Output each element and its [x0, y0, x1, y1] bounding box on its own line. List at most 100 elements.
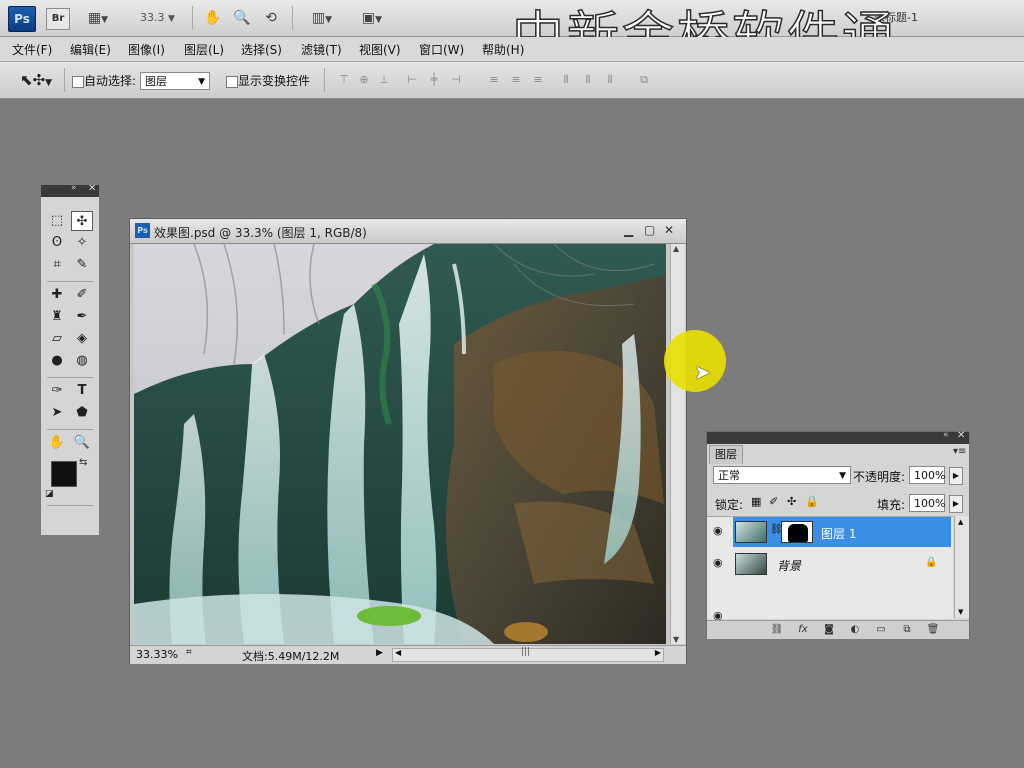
- panel-menu-icon[interactable]: ▾≡: [953, 446, 966, 457]
- menu-filter[interactable]: 滤镜(T): [301, 41, 342, 58]
- fill-slider-button[interactable]: ▶: [949, 495, 963, 513]
- adjustment-layer-icon[interactable]: ◐: [847, 623, 863, 637]
- menu-file[interactable]: 文件(F): [12, 41, 52, 58]
- swap-colors-icon[interactable]: ⇆: [79, 457, 87, 468]
- visibility-eye-icon-background[interactable]: ◉: [713, 556, 727, 570]
- hand-tool-icon[interactable]: ✋: [202, 8, 224, 28]
- horizontal-scrollbar[interactable]: ◀ ||| ▶: [392, 647, 664, 662]
- auto-select-dropdown[interactable]: 图层 ▼: [140, 72, 210, 90]
- menu-layer[interactable]: 图层(L): [184, 41, 224, 58]
- visibility-eye-icon-layer-1[interactable]: ◉: [713, 524, 727, 538]
- foreground-color-swatch[interactable]: [51, 461, 77, 487]
- new-layer-icon[interactable]: ⧉: [899, 623, 915, 637]
- zoom-level-field[interactable]: 33.3 ▼: [140, 9, 180, 27]
- menu-select[interactable]: 选择(S): [241, 41, 282, 58]
- collapse-icon[interactable]: «: [943, 430, 949, 440]
- healing-brush-tool-icon[interactable]: ✚: [46, 285, 68, 305]
- crop-tool-icon[interactable]: ⌗: [46, 255, 68, 275]
- dodge-tool-icon[interactable]: ◍: [71, 351, 93, 371]
- align-top-edges-icon[interactable]: ⊤: [336, 73, 352, 87]
- arrange-documents-button[interactable]: ▥▼: [302, 8, 342, 28]
- align-right-edges-icon[interactable]: ⊣: [448, 73, 464, 87]
- magic-wand-tool-icon[interactable]: ✧: [71, 233, 93, 253]
- scroll-up-icon[interactable]: ▲: [673, 244, 679, 253]
- bridge-button[interactable]: Br: [46, 8, 70, 30]
- menu-help[interactable]: 帮助(H): [482, 41, 524, 58]
- lock-all-icon[interactable]: 🔒: [805, 495, 819, 508]
- path-selection-tool-icon[interactable]: ➤: [46, 403, 68, 423]
- close-icon[interactable]: ✕: [664, 223, 674, 237]
- scroll-thumb-grip[interactable]: |||: [521, 647, 530, 657]
- marquee-tool-icon[interactable]: ⬚: [46, 211, 68, 231]
- lasso-tool-icon[interactable]: ʘ: [46, 233, 68, 253]
- type-tool-icon[interactable]: T: [71, 381, 93, 401]
- eraser-tool-icon[interactable]: ▱: [46, 329, 68, 349]
- minimize-icon[interactable]: ▁: [624, 223, 633, 237]
- align-horizontal-centers-icon[interactable]: ╪: [426, 73, 442, 87]
- scroll-left-icon[interactable]: ◀: [395, 648, 401, 657]
- hand-tool-icon[interactable]: ✋: [46, 433, 68, 453]
- history-brush-tool-icon[interactable]: ✒: [71, 307, 93, 327]
- brush-tool-icon[interactable]: ✐: [71, 285, 93, 305]
- menu-edit[interactable]: 编辑(E): [70, 41, 111, 58]
- document-title-bar[interactable]: Ps 效果图.psd @ 33.3% (图层 1, RGB/8) ▁ ▢ ✕: [130, 219, 686, 244]
- move-tool-preset-icon[interactable]: ⬉✣▼: [20, 71, 52, 89]
- distribute-centers-icon[interactable]: ≡: [508, 73, 524, 87]
- eyedropper-tool-icon[interactable]: ✎: [71, 255, 93, 275]
- auto-select-checkbox[interactable]: [72, 75, 84, 88]
- layer-row[interactable]: ⛓ 图层 1: [733, 517, 951, 547]
- rotate-view-icon[interactable]: ⟲: [260, 8, 282, 28]
- tools-panel-header[interactable]: » ✕: [41, 183, 99, 197]
- align-bottom-edges-icon[interactable]: ⊥: [376, 73, 392, 87]
- distribute-left-icon[interactable]: ⦀: [558, 73, 574, 87]
- distribute-right-icon[interactable]: ⦀: [602, 73, 618, 87]
- auto-select-option[interactable]: 自动选择:: [72, 72, 136, 89]
- zoom-tool-icon[interactable]: 🔍: [71, 433, 93, 453]
- collapse-icon[interactable]: »: [71, 183, 77, 193]
- scroll-down-icon[interactable]: ▼: [673, 635, 679, 644]
- layer-row[interactable]: 背景 🔒: [733, 549, 951, 579]
- layers-scrollbar[interactable]: ▲ ▼: [954, 516, 969, 618]
- lock-pixels-icon[interactable]: ✐: [769, 495, 778, 508]
- delete-layer-icon[interactable]: 🗑: [925, 623, 941, 637]
- zoom-tool-icon[interactable]: 🔍: [231, 8, 253, 28]
- layers-panel-header[interactable]: « ✕: [707, 430, 969, 444]
- layer-mask-thumbnail[interactable]: [781, 521, 813, 543]
- close-icon[interactable]: ✕: [88, 183, 96, 194]
- tab-layers[interactable]: 图层: [709, 445, 743, 464]
- scroll-right-icon[interactable]: ▶: [655, 648, 661, 657]
- scroll-up-icon[interactable]: ▲: [958, 518, 963, 526]
- align-left-edges-icon[interactable]: ⊢: [404, 73, 420, 87]
- show-transform-checkbox[interactable]: [226, 75, 238, 88]
- layer-style-icon[interactable]: fx: [795, 623, 811, 637]
- move-tool-icon[interactable]: ✣: [71, 211, 93, 231]
- blend-mode-dropdown[interactable]: 正常 ▼: [713, 466, 851, 484]
- view-extras-button[interactable]: ▦▼: [82, 8, 114, 28]
- screen-mode-button[interactable]: ▣▼: [352, 8, 392, 28]
- default-colors-icon[interactable]: ◪: [45, 489, 54, 499]
- new-group-icon[interactable]: ▭: [873, 623, 889, 637]
- menu-view[interactable]: 视图(V): [359, 41, 401, 58]
- pen-tool-icon[interactable]: ✑: [46, 381, 68, 401]
- status-flyout-icon[interactable]: ▶: [376, 648, 383, 658]
- link-layers-icon[interactable]: ⛓: [769, 623, 785, 637]
- clone-stamp-tool-icon[interactable]: ♜: [46, 307, 68, 327]
- lock-position-icon[interactable]: ✣: [787, 495, 796, 508]
- vertical-scrollbar[interactable]: ▲ ▼: [670, 244, 685, 644]
- zoom-percentage[interactable]: 33.33%: [136, 648, 178, 661]
- show-transform-option[interactable]: 显示变换控件: [226, 72, 310, 89]
- fill-input[interactable]: 100%: [909, 494, 945, 512]
- opacity-slider-button[interactable]: ▶: [949, 467, 963, 485]
- auto-align-layers-icon[interactable]: ⧉: [636, 73, 652, 87]
- lock-transparency-icon[interactable]: ▦: [751, 495, 761, 508]
- canvas-image[interactable]: [134, 244, 666, 644]
- scroll-down-icon[interactable]: ▼: [958, 608, 963, 616]
- close-icon[interactable]: ✕: [957, 430, 965, 441]
- paint-bucket-tool-icon[interactable]: ◈: [71, 329, 93, 349]
- distribute-hcenters-icon[interactable]: ⦀: [580, 73, 596, 87]
- menu-window[interactable]: 窗口(W): [419, 41, 464, 58]
- menu-image[interactable]: 图像(I): [128, 41, 165, 58]
- maximize-icon[interactable]: ▢: [644, 223, 655, 237]
- opacity-input[interactable]: 100%: [909, 466, 945, 484]
- distribute-top-icon[interactable]: ≡: [486, 73, 502, 87]
